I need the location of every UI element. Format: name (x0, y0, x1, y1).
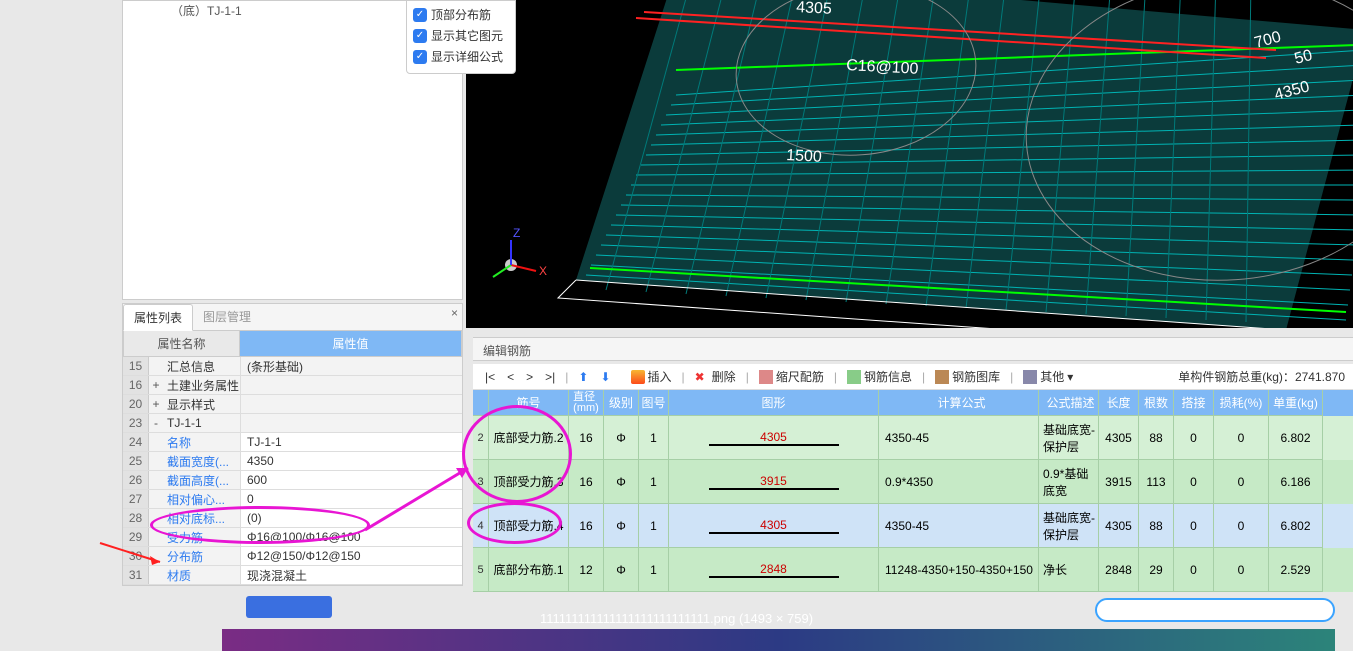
checkbox-icon: ✓ (413, 50, 427, 64)
annotation-arrow (98, 540, 168, 570)
expand-icon[interactable]: + (149, 397, 163, 411)
rebar-info-button[interactable]: 钢筋信息 (843, 368, 916, 385)
display-options-popup: ✓顶部分布筋 ✓显示其它图元 ✓显示详细公式 (406, 0, 516, 74)
option-top-distrib[interactable]: ✓顶部分布筋 (413, 4, 509, 25)
prop-name: 汇总信息 (163, 358, 240, 375)
rebar-name: 顶部受力筋.3 (489, 460, 569, 504)
delete-button[interactable]: ✖删除 (691, 368, 740, 385)
col-header[interactable]: 筋号 (489, 390, 569, 416)
option-show-other[interactable]: ✓显示其它图元 (413, 25, 509, 46)
svg-text:Z: Z (513, 226, 520, 240)
option-show-detail[interactable]: ✓显示详细公式 (413, 46, 509, 67)
nav-last-button[interactable]: >| (541, 370, 559, 384)
table-row[interactable]: 4顶部受力筋.416Φ143054350-45基础底宽-保护层430588006… (473, 504, 1353, 548)
nav-prev-button[interactable]: < (503, 370, 518, 384)
svg-text:X: X (539, 264, 547, 278)
rebar-name: 顶部受力筋.4 (489, 504, 569, 548)
gear-icon (1023, 370, 1037, 384)
up-icon[interactable]: ⬆ (574, 370, 592, 384)
checkbox-icon: ✓ (413, 8, 427, 22)
col-value-header: 属性值 (240, 331, 462, 357)
table-row[interactable]: 2底部受力筋.216Φ143054350-45基础底宽-保护层430588006… (473, 416, 1353, 460)
dim-text: 1500 (786, 147, 823, 166)
delete-icon: ✖ (695, 370, 709, 384)
info-icon (847, 370, 861, 384)
collapse-icon[interactable]: - (149, 416, 163, 430)
ruler-icon (759, 370, 773, 384)
nav-next-button[interactable]: > (522, 370, 537, 384)
expand-icon[interactable]: + (149, 378, 163, 392)
3d-viewport[interactable]: 4305 C16@100 1500 700 50 4350 X Z (466, 0, 1353, 328)
insert-button[interactable]: 插入 (627, 368, 676, 385)
col-name-header: 属性名称 (123, 331, 240, 357)
property-panel: × 属性列表 图层管理 属性名称 属性值 15汇总信息(条形基础) 16+土建业… (122, 303, 463, 586)
rebar-name: 底部分布筋.1 (489, 548, 569, 592)
close-icon[interactable]: × (451, 306, 458, 320)
table-row[interactable]: 5底部分布筋.112Φ1284811248-4350+150-4350+150净… (473, 548, 1353, 592)
down-icon[interactable]: ⬇ (596, 370, 614, 384)
nav-first-button[interactable]: |< (481, 370, 499, 384)
insert-icon (631, 370, 645, 384)
total-weight: 单构件钢筋总重(kg)：2741.870 (1178, 368, 1345, 385)
rebar-name: 底部受力筋.2 (489, 416, 569, 460)
annotation-arrow (360, 460, 480, 540)
checkbox-icon: ✓ (413, 29, 427, 43)
other-button[interactable]: 其他 ▾ (1019, 368, 1077, 385)
dim-text: 4305 (796, 0, 833, 18)
rebar-library-button[interactable]: 钢筋图库 (931, 368, 1004, 385)
table-row[interactable]: 3顶部受力筋.316Φ139150.9*43500.9*基础底宽39151130… (473, 460, 1353, 504)
edit-rebar-title: 编辑钢筋 (473, 337, 1353, 361)
library-icon (935, 370, 949, 384)
image-caption: 111111111111111111111111111.png (1493 × … (0, 611, 1353, 626)
prop-value[interactable]: (条形基础) (240, 357, 462, 375)
tab-properties[interactable]: 属性列表 (123, 304, 193, 331)
footer-strip (222, 629, 1335, 651)
rebar-table: 筋号 直径 (mm) 级别 图号 图形 计算公式 公式描述 长度 根数 搭接 损… (473, 390, 1353, 592)
tab-layers[interactable]: 图层管理 (193, 304, 261, 330)
rebar-toolbar: |< < > >| | ⬆ ⬇ 插入 | ✖删除 | 缩尺配筋 | 钢筋信息 |… (473, 364, 1353, 390)
scale-rebar-button[interactable]: 缩尺配筋 (755, 368, 828, 385)
chevron-down-icon: ▾ (1067, 370, 1073, 384)
